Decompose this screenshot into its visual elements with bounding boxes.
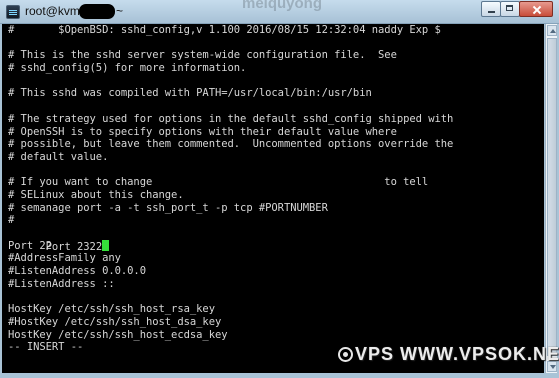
faint-top-watermark: meiquyong (242, 0, 323, 12)
port-2322-line: Port 2322 (8, 227, 544, 253)
maximize-icon[interactable] (500, 1, 520, 17)
terminal-line: # This sshd was compiled with PATH=/usr/… (8, 87, 372, 100)
scroll-thumb[interactable] (547, 38, 557, 356)
terminal-line: # possible, but leave them commented. Un… (8, 138, 454, 151)
vps-logo-icon (338, 347, 353, 362)
terminal-line: #ListenAddress :: (8, 277, 115, 290)
terminal-line: # $OpenBSD: sshd_config,v 1.100 2016/08/… (8, 24, 441, 36)
terminal-line: # (8, 214, 15, 227)
insert-cursor (102, 239, 110, 251)
window-titlebar[interactable]: root@kvm ~ meiquyong (0, 0, 559, 24)
terminal-line: #HostKey /etc/ssh/ssh_host_dsa_key (8, 315, 222, 328)
window-title: root@kvm (25, 4, 80, 18)
terminal-line: # default value. (8, 150, 109, 163)
terminal-line: # semanage port -a -t ssh_port_t -p tcp … (8, 201, 328, 214)
window-title-suffix: ~ (116, 4, 124, 18)
site-watermark: VPS WWW.VPSOK.NET (338, 344, 559, 372)
terminal-line: # The strategy used for options in the d… (8, 112, 454, 125)
terminal-line: # If you want to change to tell (8, 176, 429, 189)
scroll-up-icon[interactable] (547, 25, 557, 36)
window-controls (481, 1, 553, 19)
ssh-terminal-window: root@kvm ~ meiquyong # $OpenBSD: sshd_co… (0, 0, 559, 378)
terminal-line: HostKey /etc/ssh/ssh_host_rsa_key (8, 303, 215, 316)
terminal-line: #AddressFamily any (8, 252, 121, 265)
terminal-line-text: Port 2322 (45, 240, 103, 253)
terminal-line: #ListenAddress 0.0.0.0 (8, 265, 146, 278)
terminal-line: # sshd_config(5) for more information. (8, 62, 247, 75)
terminal-icon[interactable] (6, 5, 20, 19)
terminal-line: HostKey /etc/ssh/ssh_host_ecdsa_key (8, 328, 228, 341)
hostname-redaction (79, 4, 115, 19)
watermark-text: VPS WWW.VPSOK.NET (355, 344, 559, 364)
terminal-line: # This is the sshd server system-wide co… (8, 49, 397, 62)
minimize-icon[interactable] (481, 1, 501, 17)
terminal-line: # OpenSSH is to specify options with the… (8, 125, 397, 138)
terminal-content[interactable]: # $OpenBSD: sshd_config,v 1.100 2016/08/… (2, 24, 544, 373)
vertical-scrollbar[interactable] (545, 24, 557, 373)
close-icon[interactable] (519, 1, 553, 17)
terminal-line: # SELinux about this change. (8, 188, 184, 201)
